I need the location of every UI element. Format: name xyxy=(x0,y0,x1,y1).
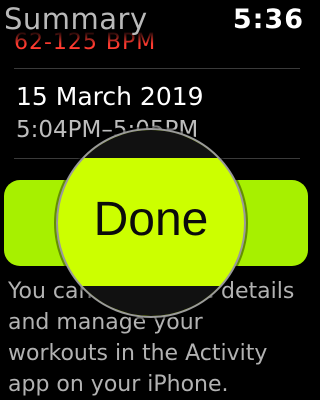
magnifier-overlay: Done xyxy=(56,128,246,318)
clock: 5:36 xyxy=(232,4,304,35)
magnifier-bottom-area xyxy=(58,286,244,316)
nav-title[interactable]: Summary xyxy=(4,2,148,36)
status-bar: Summary 5:36 xyxy=(0,0,312,44)
done-button-label[interactable]: Done xyxy=(58,192,244,247)
workout-date: 15 March 2019 xyxy=(16,82,204,111)
magnifier-top-area xyxy=(58,130,244,158)
separator xyxy=(14,68,300,69)
